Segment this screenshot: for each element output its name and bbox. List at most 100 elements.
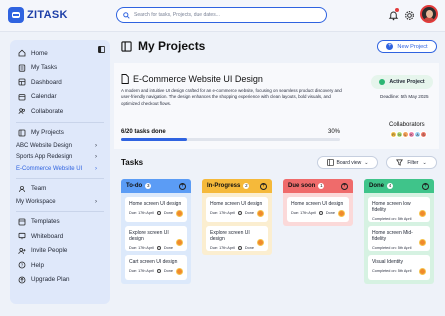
new-project-button[interactable]: + New Project — [377, 40, 437, 53]
check-circle-icon[interactable] — [237, 211, 242, 215]
notifications-button[interactable] — [386, 8, 400, 22]
task-date: Due: 17th April — [129, 269, 154, 273]
column-title-group: In-Progress 2 — [207, 183, 250, 189]
task-card[interactable]: Explore screen UI design Due: 17th April D… — [125, 226, 187, 251]
sidebar-item-invite-people[interactable]: Invite People — [10, 244, 110, 259]
sidebar-divider — [16, 210, 104, 212]
projects-icon — [18, 129, 26, 137]
progress-bar — [121, 138, 340, 141]
column-title: To-do — [126, 183, 143, 189]
sidebar-item-my-workspace[interactable]: My Workspace › — [10, 196, 110, 208]
collaborator-avatar[interactable]: S — [420, 131, 427, 138]
sidebar-item-my-projects[interactable]: My Projects — [10, 126, 110, 141]
column-header: Done 4 + — [364, 179, 434, 193]
sidebar-item-label: Collaborate — [31, 107, 64, 115]
board-view-icon — [326, 159, 334, 166]
assignee-avatar — [419, 239, 426, 246]
sidebar-item-help[interactable]: ? Help — [10, 258, 110, 273]
sidebar-item-calendar[interactable]: Calendar — [10, 90, 110, 105]
check-circle-icon[interactable] — [237, 246, 242, 250]
sidebar-item-label: Whiteboard — [31, 232, 64, 240]
check-circle-icon[interactable] — [156, 269, 161, 273]
filter-icon — [396, 159, 404, 166]
sidebar-item-team[interactable]: Team — [10, 182, 110, 197]
top-bar: ZITASK — [0, 0, 445, 32]
add-task-icon[interactable]: + — [260, 182, 267, 190]
add-task-icon[interactable]: + — [422, 182, 429, 190]
task-date: Due: 17th April — [291, 211, 316, 215]
project-label: ABC Website Design — [16, 142, 72, 149]
document-icon — [121, 74, 129, 84]
app-logo[interactable]: ZITASK — [8, 7, 68, 23]
assignee-avatar — [257, 239, 264, 246]
assignee-avatar — [257, 210, 264, 217]
chevron-right-icon: › — [95, 198, 97, 205]
settings-button[interactable] — [402, 8, 416, 22]
tasks-heading: Tasks — [121, 158, 144, 167]
sidebar-project-abc-website[interactable]: ABC Website Design › — [10, 140, 110, 152]
status-dot — [379, 79, 386, 85]
sidebar-project-ecommerce[interactable]: E-Commerce Website UI › — [10, 163, 110, 175]
sidebar-item-label: Invite People — [31, 247, 68, 255]
collaborator-avatars[interactable]: RNLKAS — [390, 131, 427, 138]
task-card[interactable]: Visual Identity Completed on: 5th April — [368, 255, 430, 280]
chevron-down-icon: ⌄ — [422, 159, 427, 166]
sidebar-item-templates[interactable]: Templates — [10, 215, 110, 230]
sidebar-item-whiteboard[interactable]: Whiteboard — [10, 229, 110, 244]
assignee-avatar — [419, 210, 426, 217]
sidebar-item-collaborate[interactable]: Collaborate — [10, 104, 110, 119]
projects-board-icon — [121, 40, 132, 52]
check-circle-icon[interactable] — [318, 211, 323, 215]
collaborate-icon — [18, 107, 26, 115]
column-count-badge: 2 — [243, 183, 250, 189]
search-bar[interactable] — [116, 7, 327, 23]
task-card[interactable]: Home screen low fidelity Completed on: 5t… — [368, 197, 430, 222]
sidebar-item-upgrade-plan[interactable]: Upgrade Plan — [10, 273, 110, 288]
sidebar: Home My Tasks Dashboard Calendar Collabo… — [10, 40, 110, 304]
svg-text:?: ? — [21, 263, 24, 268]
sidebar-item-label: Calendar — [31, 93, 57, 101]
kanban-column: Due soon 1 + Home screen UI design Due: 17th… — [283, 179, 353, 226]
add-task-icon[interactable]: + — [341, 182, 348, 190]
project-label: E-Commerce Website UI — [16, 165, 83, 172]
sidebar-item-home[interactable]: Home — [10, 46, 110, 61]
task-date: Completed on: 5th April — [372, 269, 412, 273]
progress-label: 6/20 tasks done — [121, 129, 166, 135]
task-title: Visual Identity — [372, 259, 404, 265]
task-title: Explore screen UI design — [129, 230, 169, 242]
gear-icon — [404, 10, 414, 20]
status-badge: Active Project — [371, 75, 433, 89]
filter-button[interactable]: Filter ⌄ — [386, 156, 437, 169]
sidebar-item-dashboard[interactable]: Dashboard — [10, 75, 110, 90]
sidebar-divider — [16, 121, 104, 123]
check-circle-icon[interactable] — [156, 211, 161, 215]
add-task-icon[interactable]: + — [179, 182, 186, 190]
sidebar-divider — [16, 177, 104, 179]
task-card[interactable]: Home screen UI design Due: 17th April Done — [287, 197, 349, 222]
home-icon — [18, 49, 26, 57]
user-avatar[interactable] — [420, 5, 438, 23]
task-meta: Due: 17th April Done — [129, 211, 183, 215]
task-card[interactable]: Home screen Mid-fidelity Completed on: 5t… — [368, 226, 430, 251]
task-card[interactable]: Explore screen UI design Due: 17th April D… — [206, 226, 268, 251]
collapse-sidebar-icon[interactable] — [98, 46, 105, 53]
sidebar-item-my-tasks[interactable]: My Tasks — [10, 61, 110, 76]
sidebar-project-sports-app[interactable]: Sports App Redesign › — [10, 152, 110, 164]
column-count-badge: 3 — [145, 183, 152, 189]
task-card[interactable]: Home screen UI design Due: 17th April Done — [206, 197, 268, 222]
column-header: Due soon 1 + — [283, 179, 353, 193]
task-card[interactable]: Cart screen UI design Due: 17th April Done — [125, 255, 187, 280]
plus-icon: + — [386, 43, 394, 50]
task-card[interactable]: Home screen UI design Due: 17th April Done — [125, 197, 187, 222]
assignee-avatar — [176, 268, 183, 275]
task-title: Home screen UI design — [129, 201, 182, 207]
kanban-column: In-Progress 2 + Home screen UI design Due: 1… — [202, 179, 272, 255]
check-circle-icon[interactable] — [156, 246, 161, 250]
task-status: Done — [244, 211, 254, 215]
team-icon — [18, 185, 26, 193]
task-status: Done — [163, 211, 173, 215]
search-input[interactable] — [134, 12, 314, 18]
app-name: ZITASK — [27, 9, 68, 21]
sidebar-item-label: My Projects — [31, 129, 64, 137]
board-view-button[interactable]: Board view ⌄ — [317, 156, 378, 169]
